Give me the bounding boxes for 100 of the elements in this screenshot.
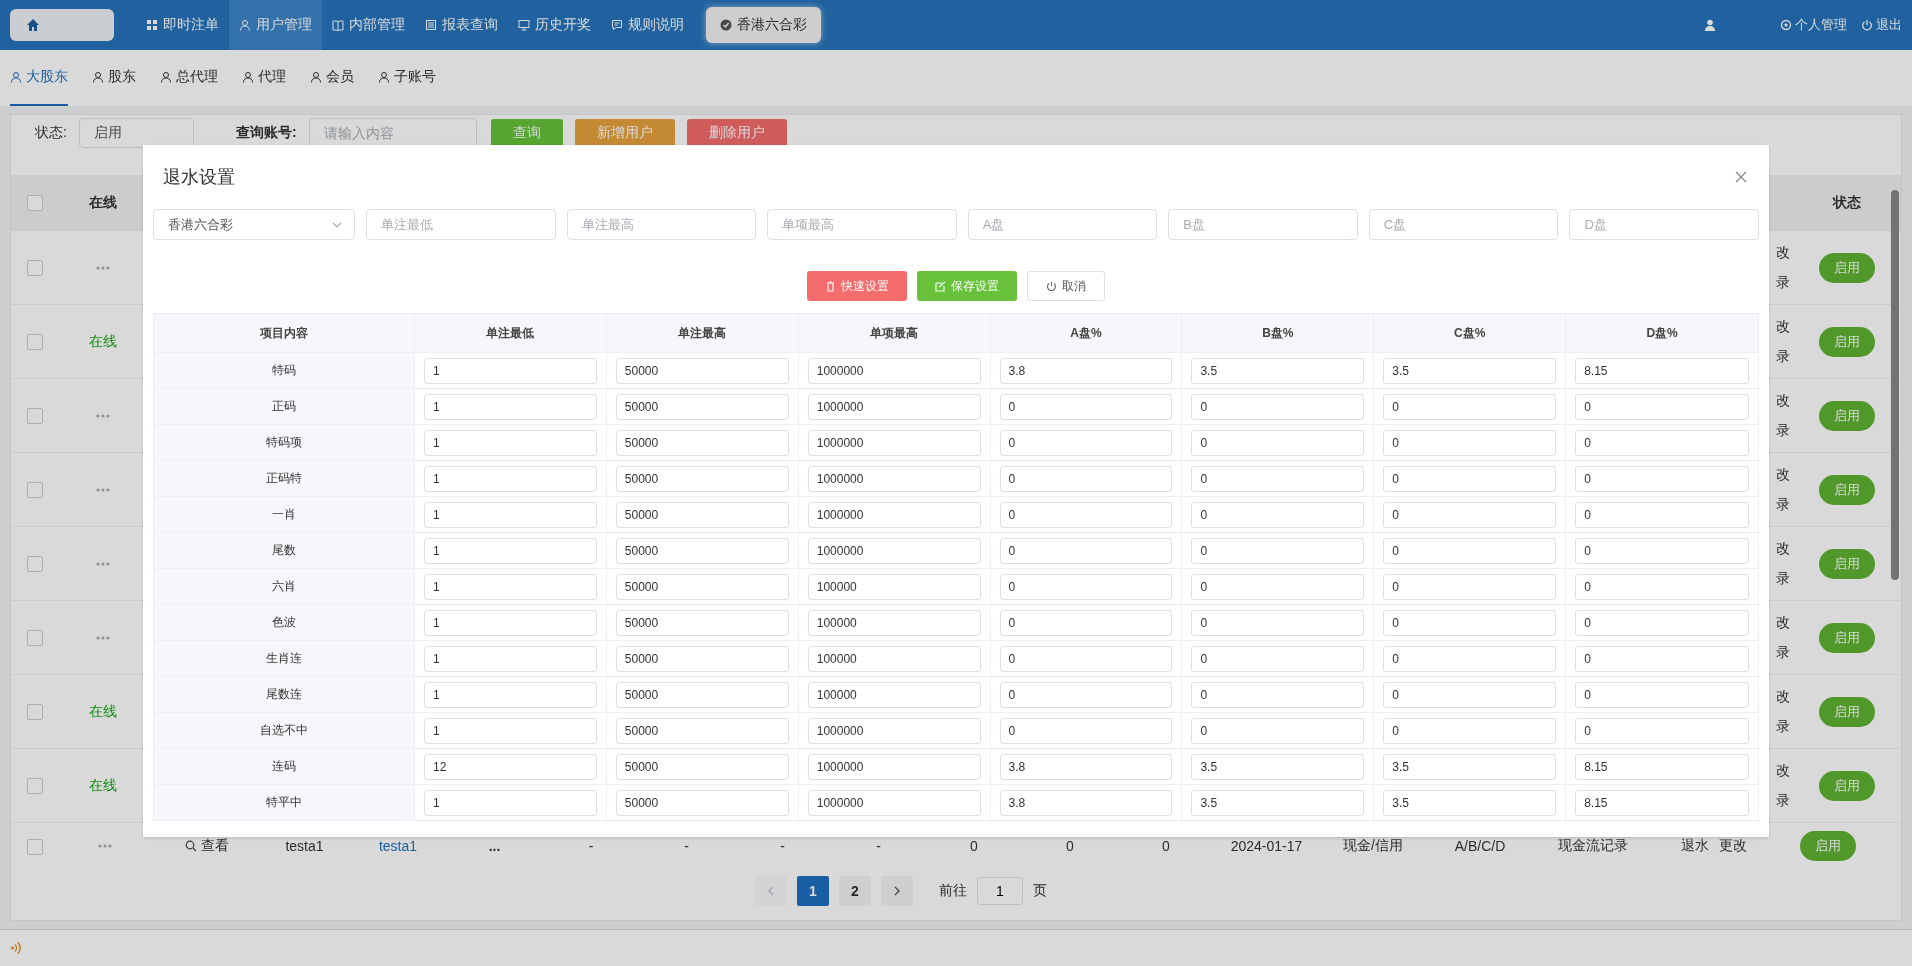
- table-input[interactable]: 100000: [807, 681, 981, 708]
- table-input[interactable]: 50000: [615, 501, 789, 528]
- table-input[interactable]: 0: [1575, 429, 1749, 456]
- action-link[interactable]: 录: [1776, 717, 1790, 736]
- input-field[interactable]: 单注最高: [566, 209, 757, 240]
- table-input[interactable]: 50000: [615, 357, 789, 384]
- table-input[interactable]: 3.5: [1191, 753, 1365, 780]
- table-input[interactable]: 0: [1191, 393, 1365, 420]
- action-link[interactable]: 录: [1776, 347, 1790, 366]
- account-field[interactable]: 请输入内容: [308, 118, 477, 148]
- table-input[interactable]: 100000: [807, 609, 981, 636]
- nav-tab[interactable]: 报表查询: [415, 0, 508, 50]
- table-input[interactable]: 0: [1575, 537, 1749, 564]
- action-link[interactable]: 改: [1776, 539, 1790, 558]
- table-input[interactable]: 1000000: [807, 789, 981, 816]
- table-input[interactable]: 50000: [615, 717, 789, 744]
- sub-tab[interactable]: 大股东: [10, 50, 68, 106]
- checkbox[interactable]: [27, 259, 43, 276]
- input-field[interactable]: C盘: [1368, 209, 1559, 240]
- action-link[interactable]: 改: [1776, 613, 1790, 632]
- table-input[interactable]: 0: [999, 573, 1173, 600]
- checkbox[interactable]: [27, 555, 43, 572]
- sub-tab[interactable]: 代理: [242, 50, 286, 106]
- view-link[interactable]: 查看: [185, 837, 229, 855]
- table-input[interactable]: 3.8: [999, 357, 1173, 384]
- checkbox[interactable]: [27, 333, 43, 350]
- table-input[interactable]: 1: [424, 717, 597, 744]
- table-input[interactable]: 0: [1191, 681, 1365, 708]
- table-input[interactable]: 1: [424, 681, 597, 708]
- table-input[interactable]: 50000: [615, 789, 789, 816]
- table-input[interactable]: 8.15: [1575, 753, 1749, 780]
- user-icon[interactable]: [1704, 19, 1716, 31]
- checkbox[interactable]: [27, 407, 43, 424]
- game-tab[interactable]: 香港六合彩: [706, 7, 821, 43]
- table-input[interactable]: 0: [1191, 573, 1365, 600]
- table-input[interactable]: 0: [999, 681, 1173, 708]
- table-input[interactable]: 0: [1383, 537, 1557, 564]
- action-link[interactable]: 改: [1776, 761, 1790, 780]
- table-input[interactable]: 50000: [615, 465, 789, 492]
- table-input[interactable]: 1000000: [807, 753, 981, 780]
- table-input[interactable]: 50000: [615, 753, 789, 780]
- table-input[interactable]: 50000: [615, 393, 789, 420]
- table-input[interactable]: 0: [1191, 717, 1365, 744]
- table-input[interactable]: 100000: [807, 573, 981, 600]
- table-input[interactable]: 0: [999, 609, 1173, 636]
- game-select[interactable]: 香港六合彩: [153, 209, 355, 240]
- table-input[interactable]: 3.5: [1191, 357, 1365, 384]
- personal-menu[interactable]: 个人管理: [1780, 16, 1847, 34]
- table-input[interactable]: 1000000: [807, 357, 981, 384]
- table-input[interactable]: 0: [1383, 429, 1557, 456]
- table-input[interactable]: 1: [424, 789, 597, 816]
- checkbox[interactable]: [27, 839, 43, 855]
- table-input[interactable]: 0: [1191, 429, 1365, 456]
- table-input[interactable]: 0: [1575, 717, 1749, 744]
- table-input[interactable]: 0: [1575, 573, 1749, 600]
- action-link[interactable]: 录: [1776, 495, 1790, 514]
- input-field[interactable]: B盘: [1168, 209, 1358, 240]
- table-input[interactable]: 0: [1383, 573, 1557, 600]
- sub-tab[interactable]: 子账号: [378, 50, 436, 106]
- input-field[interactable]: A盘: [967, 209, 1158, 240]
- sub-tab[interactable]: 股东: [92, 50, 136, 106]
- table-input[interactable]: 50000: [615, 645, 789, 672]
- input-field[interactable]: D盘: [1569, 209, 1759, 240]
- page-button[interactable]: 1: [797, 876, 829, 906]
- checkbox[interactable]: [27, 777, 43, 794]
- next-page-button[interactable]: [881, 876, 913, 906]
- table-input[interactable]: 0: [999, 717, 1173, 744]
- table-input[interactable]: 0: [1191, 501, 1365, 528]
- action-link[interactable]: 录: [1776, 643, 1790, 662]
- home-button[interactable]: [10, 9, 114, 41]
- table-input[interactable]: 3.8: [999, 753, 1173, 780]
- nav-tab[interactable]: 历史开奖: [508, 0, 601, 50]
- nav-tab[interactable]: 即时注单: [136, 0, 229, 50]
- action-link[interactable]: 录: [1776, 421, 1790, 440]
- checkbox[interactable]: [27, 481, 43, 498]
- table-input[interactable]: 1000000: [807, 717, 981, 744]
- table-input[interactable]: 1000000: [807, 429, 981, 456]
- table-input[interactable]: 0: [999, 645, 1173, 672]
- action-link[interactable]: 现金流记录: [1557, 837, 1628, 855]
- table-input[interactable]: 0: [1575, 681, 1749, 708]
- table-input[interactable]: 0: [1383, 681, 1557, 708]
- table-input[interactable]: 3.5: [1383, 753, 1557, 780]
- table-input[interactable]: 50000: [615, 681, 789, 708]
- action-link[interactable]: 更改: [1719, 837, 1747, 855]
- nav-tab[interactable]: 用户管理: [229, 0, 322, 50]
- table-input[interactable]: 50000: [615, 429, 789, 456]
- page-field[interactable]: 1: [977, 877, 1023, 905]
- table-input[interactable]: 0: [1575, 609, 1749, 636]
- input-field[interactable]: 单注最低: [366, 209, 556, 240]
- action-link[interactable]: 录: [1776, 273, 1790, 292]
- table-input[interactable]: 50000: [615, 537, 789, 564]
- table-input[interactable]: 1: [424, 393, 597, 420]
- table-input[interactable]: 1000000: [807, 393, 981, 420]
- action-link[interactable]: 改: [1776, 391, 1790, 410]
- dialog-button[interactable]: 取消: [1027, 271, 1105, 301]
- table-input[interactable]: 1: [424, 609, 597, 636]
- table-input[interactable]: 0: [1383, 501, 1557, 528]
- action-link[interactable]: 改: [1776, 687, 1790, 706]
- table-input[interactable]: 1: [424, 501, 597, 528]
- checkbox[interactable]: [27, 195, 43, 211]
